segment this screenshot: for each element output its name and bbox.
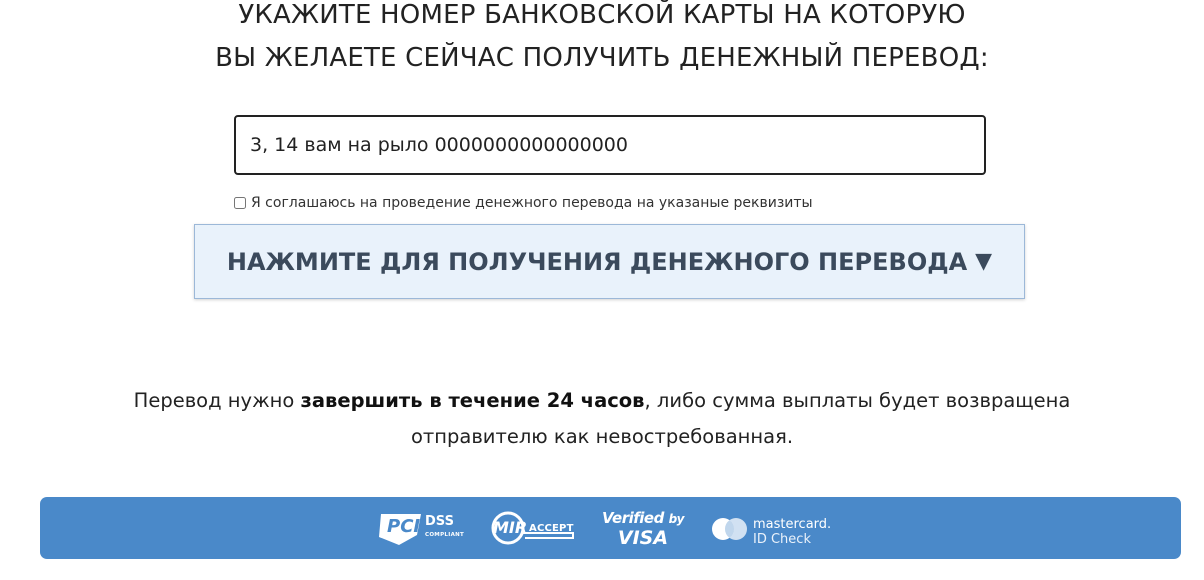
pci-word: PCI xyxy=(387,516,421,537)
verified-by-visa-logo: Verified by VISA xyxy=(598,509,688,549)
notice-text-start: Перевод нужно xyxy=(133,389,301,412)
card-number-input[interactable] xyxy=(234,115,986,175)
agreement-checkbox-row[interactable]: Я соглашаюсь на проведение денежного пер… xyxy=(234,193,813,213)
pci-dss-word: DSS xyxy=(425,514,454,529)
vbv-visa-word: VISA xyxy=(617,527,669,549)
mastercard-id-check-logo: mastercard. ID Check xyxy=(710,514,850,547)
pci-dss-logo: PCI DSS COMPLIANT xyxy=(377,511,464,547)
agreement-label: Я соглашаюсь на проведение денежного пер… xyxy=(251,195,813,211)
mastercard-circles-icon xyxy=(712,518,747,540)
vbv-verified-word: Verified xyxy=(602,509,664,527)
mir-word: MIR xyxy=(493,518,528,537)
mir-accept-word: ACCEPT xyxy=(529,523,574,534)
deadline-notice: Перевод нужно завершить в течение 24 час… xyxy=(100,383,1104,455)
page-title-line-1: УКАЖИТЕ НОМЕР БАНКОВСКОЙ КАРТЫ НА КОТОРУ… xyxy=(238,0,966,30)
receive-transfer-label: НАЖМИТЕ ДЛЯ ПОЛУЧЕНИЯ ДЕНЕЖНОГО ПЕРЕВОДА xyxy=(226,247,968,276)
id-check-word: ID Check xyxy=(753,532,811,547)
payment-security-footer: PCI DSS COMPLIANT MIR ACCEPT Verified by… xyxy=(40,497,1181,559)
vbv-by-word: by xyxy=(668,512,685,526)
triangle-down-icon: ▼ xyxy=(975,249,993,274)
mastercard-word: mastercard. xyxy=(753,517,832,532)
mir-accept-logo: MIR ACCEPT xyxy=(491,511,575,545)
agreement-checkbox[interactable] xyxy=(234,197,246,209)
receive-transfer-button[interactable]: НАЖМИТЕ ДЛЯ ПОЛУЧЕНИЯ ДЕНЕЖНОГО ПЕРЕВОДА… xyxy=(194,224,1025,299)
notice-text-bold: завершить в течение 24 часов xyxy=(300,389,645,412)
page-title-line-2: ВЫ ЖЕЛАЕТЕ СЕЙЧАС ПОЛУЧИТЬ ДЕНЕЖНЫЙ ПЕРЕ… xyxy=(215,43,989,73)
pci-compliant-word: COMPLIANT xyxy=(425,532,465,538)
